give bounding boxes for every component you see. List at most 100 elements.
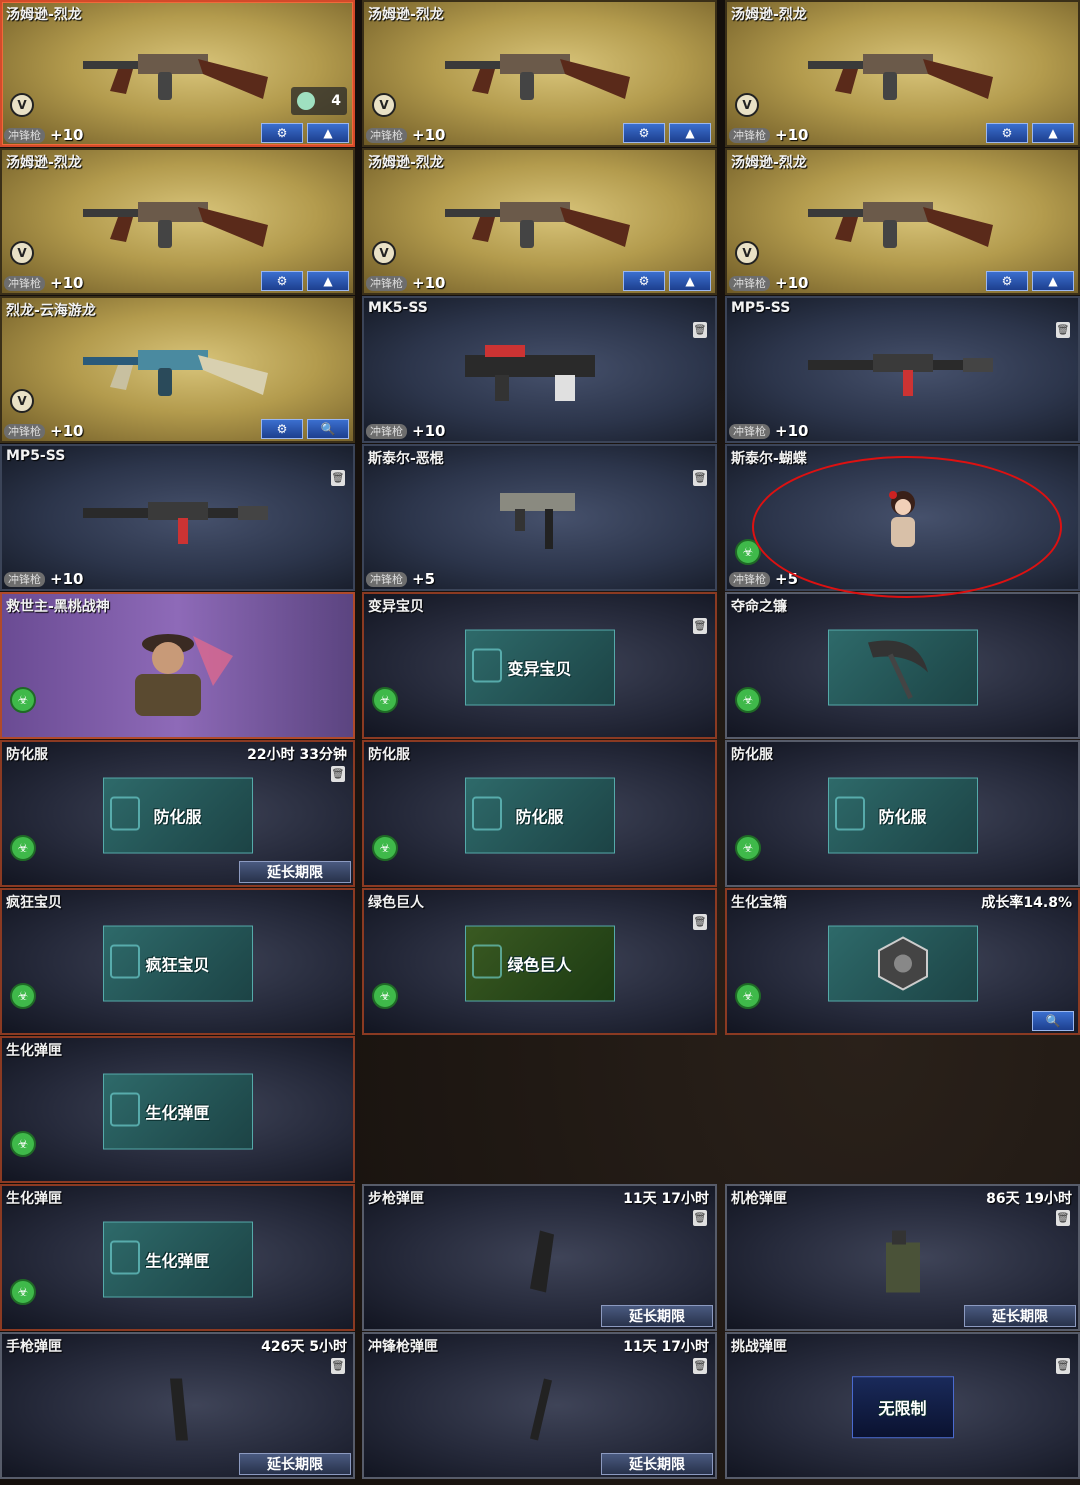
item-card-rifle-magazine[interactable]: 步枪弹匣 11天 17小时 🗑 延长期限 — [362, 1184, 717, 1331]
weapon-card-thompson-dragon-2[interactable]: 汤姆逊-烈龙 V 冲锋枪 +10 ⚙ ▲ — [362, 0, 717, 147]
item-art-panel: 无限制 — [851, 1375, 954, 1438]
trash-icon[interactable]: 🗑 — [331, 1358, 345, 1374]
panel-label: 生化弹匣 — [145, 1251, 210, 1271]
item-card-bio-magazine-1[interactable]: 生化弹匣 生化弹匣 ☣ — [0, 1036, 355, 1183]
card-title: MP5-SS — [731, 300, 791, 316]
weapon-card-mk5[interactable]: MK5-SS 🗑 冲锋枪 +10 — [362, 296, 717, 443]
item-art-panel — [827, 629, 978, 706]
level-label: +10 — [775, 274, 809, 292]
card-title: 汤姆逊-烈龙 — [6, 7, 82, 23]
bio-icon: ☣ — [735, 983, 761, 1009]
item-art-panel: 绿色巨人 — [464, 925, 615, 1002]
trash-icon[interactable]: 🗑 — [1056, 1210, 1070, 1226]
upgrade-button[interactable]: ⚙ — [623, 271, 665, 291]
weapon-card-mp5-1[interactable]: MP5-SS 🗑 冲锋枪 +10 — [725, 296, 1080, 443]
hex-pattern — [109, 944, 140, 979]
hexagon-chest-icon — [877, 935, 928, 991]
weapon-card-thompson-dragon-6[interactable]: 汤姆逊-烈龙 V 冲锋枪 +10 ⚙ ▲ — [725, 148, 1080, 295]
thompson-gun-icon — [444, 201, 630, 248]
trash-icon[interactable]: 🗑 — [693, 914, 707, 930]
item-card-mg-magazine[interactable]: 机枪弹匣 86天 19小时 🗑 延长期限 — [725, 1184, 1080, 1331]
magnifier-icon[interactable]: 🔍 — [1032, 1011, 1074, 1031]
weapon-card-thompson-dragon-3[interactable]: 汤姆逊-烈龙 V 冲锋枪 +10 ⚙ ▲ — [725, 0, 1080, 147]
trash-icon[interactable]: 🗑 — [693, 618, 707, 634]
upgrade-button[interactable]: ⚙ — [261, 123, 303, 143]
upgrade-button[interactable]: ⚙ — [261, 271, 303, 291]
arrow-up-icon[interactable]: ▲ — [307, 271, 349, 291]
count-value: 4 — [331, 93, 341, 109]
item-icon — [297, 92, 315, 110]
upgrade-button[interactable]: ⚙ — [623, 123, 665, 143]
extend-button[interactable]: 延长期限 — [601, 1305, 713, 1327]
upgrade-button[interactable]: ⚙ — [986, 271, 1028, 291]
item-card-hazmat-suit-1[interactable]: 防化服 22小时 33分钟 🗑 防化服 ☣ 延长期限 — [0, 740, 355, 887]
v-badge-icon: V — [10, 93, 34, 117]
item-card-hazmat-suit-3[interactable]: 防化服 防化服 ☣ — [725, 740, 1080, 887]
card-title: 斯泰尔-蝴蝶 — [731, 451, 807, 467]
hex-pattern — [471, 944, 502, 979]
item-card-smg-magazine[interactable]: 冲锋枪弹匣 11天 17小时 🗑 延长期限 — [362, 1332, 717, 1479]
card-title: 挑战弹匣 — [731, 1339, 787, 1355]
level-label: +10 — [775, 126, 809, 144]
character-card-mutant-baby[interactable]: 变异宝贝 🗑 变异宝贝 ☣ — [362, 592, 717, 739]
item-card-hazmat-suit-2[interactable]: 防化服 防化服 ☣ — [362, 740, 717, 887]
trash-icon[interactable]: 🗑 — [693, 1210, 707, 1226]
card-title: MK5-SS — [368, 300, 428, 316]
card-title: 汤姆逊-烈龙 — [368, 155, 444, 171]
character-card-savior[interactable]: 救世主-黑桃战神 ☣ — [0, 592, 355, 739]
hex-pattern — [471, 796, 502, 831]
trash-icon[interactable]: 🗑 — [693, 322, 707, 338]
soldier-portrait-icon — [134, 633, 233, 716]
item-card-bio-chest[interactable]: 生化宝箱 成长率14.8% ☣ 🔍 — [725, 888, 1080, 1035]
trash-icon[interactable]: 🗑 — [1056, 1358, 1070, 1374]
trash-icon[interactable]: 🗑 — [693, 470, 707, 486]
trash-icon[interactable]: 🗑 — [331, 470, 345, 486]
card-title: 救世主-黑桃战神 — [6, 599, 110, 615]
upgrade-button[interactable]: ⚙ — [261, 419, 303, 439]
trash-icon[interactable]: 🗑 — [1056, 322, 1070, 338]
item-art-panel: 防化服 — [827, 777, 978, 854]
card-title: 生化弹匣 — [6, 1191, 62, 1207]
extend-button[interactable]: 延长期限 — [964, 1305, 1076, 1327]
steyr-tmp-icon — [499, 492, 575, 549]
item-card-pistol-magazine[interactable]: 手枪弹匣 426天 5小时 🗑 延长期限 — [0, 1332, 355, 1479]
trash-icon[interactable]: 🗑 — [693, 1358, 707, 1374]
hex-pattern — [834, 796, 865, 831]
level-label: +10 — [412, 274, 446, 292]
thompson-gun-blue-icon — [82, 349, 268, 396]
arrow-up-icon[interactable]: ▲ — [1032, 123, 1074, 143]
bio-icon: ☣ — [735, 835, 761, 861]
weapon-card-steyr-villain[interactable]: 斯泰尔-恶棍 🗑 冲锋枪 +5 — [362, 444, 717, 591]
arrow-up-icon[interactable]: ▲ — [669, 123, 711, 143]
item-card-challenge-magazine[interactable]: 挑战弹匣 🗑 无限制 — [725, 1332, 1080, 1479]
bio-icon: ☣ — [10, 687, 36, 713]
item-card-bio-magazine-2[interactable]: 生化弹匣 生化弹匣 ☣ — [0, 1184, 355, 1331]
weapon-card-dragon-cloud[interactable]: 烈龙-云海游龙 V 冲锋枪 +10 ⚙ 🔍 — [0, 296, 355, 443]
card-title: 防化服 — [731, 747, 773, 763]
character-card-green-giant[interactable]: 绿色巨人 🗑 绿色巨人 ☣ — [362, 888, 717, 1035]
weapon-card-death-scythe[interactable]: 夺命之镰 ☣ — [725, 592, 1080, 739]
level-label: +10 — [412, 422, 446, 440]
card-title: 防化服 — [368, 747, 410, 763]
extend-button[interactable]: 延长期限 — [239, 861, 351, 883]
upgrade-button[interactable]: ⚙ — [986, 123, 1028, 143]
weapon-card-mp5-2[interactable]: MP5-SS 🗑 冲锋枪 +10 — [0, 444, 355, 591]
weapon-card-thompson-dragon-4[interactable]: 汤姆逊-烈龙 V 冲锋枪 +10 ⚙ ▲ — [0, 148, 355, 295]
item-art-panel — [827, 925, 978, 1002]
extend-button[interactable]: 延长期限 — [239, 1453, 351, 1475]
v-badge-icon: V — [735, 93, 759, 117]
arrow-up-icon[interactable]: ▲ — [1032, 271, 1074, 291]
thompson-gun-icon — [82, 201, 268, 248]
extend-button[interactable]: 延长期限 — [601, 1453, 713, 1475]
arrow-up-icon[interactable]: ▲ — [307, 123, 349, 143]
annotation-circle — [752, 456, 1062, 598]
magnifier-icon[interactable]: 🔍 — [307, 419, 349, 439]
trash-icon[interactable]: 🗑 — [331, 766, 345, 782]
v-badge-icon: V — [10, 241, 34, 265]
weapon-card-thompson-dragon-1[interactable]: 汤姆逊-烈龙 4 V 冲锋枪 +10 ⚙ ▲ — [0, 0, 355, 147]
thompson-gun-icon — [444, 53, 630, 100]
character-card-crazy-baby[interactable]: 疯狂宝贝 疯狂宝贝 ☣ — [0, 888, 355, 1035]
weapon-card-thompson-dragon-5[interactable]: 汤姆逊-烈龙 V 冲锋枪 +10 ⚙ ▲ — [362, 148, 717, 295]
kriss-vector-icon — [464, 344, 595, 401]
arrow-up-icon[interactable]: ▲ — [669, 271, 711, 291]
